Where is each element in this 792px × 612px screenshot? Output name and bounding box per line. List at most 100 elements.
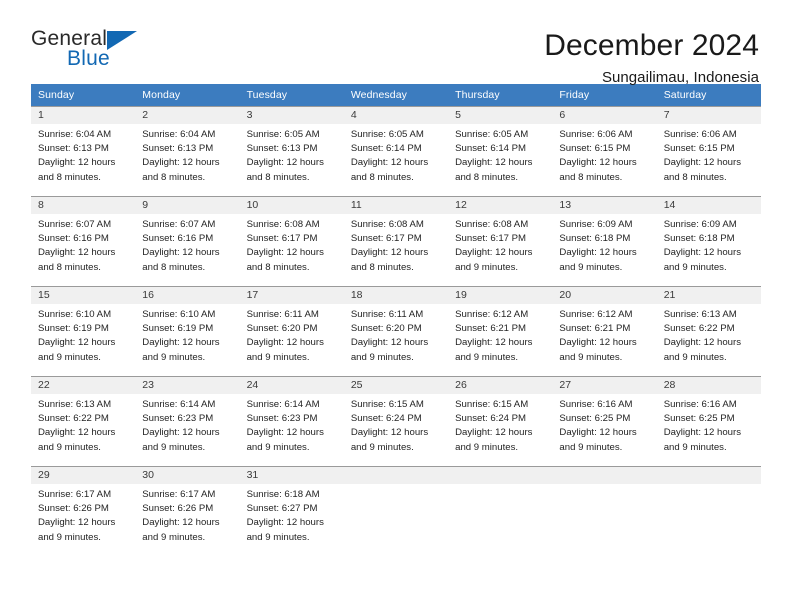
day-number: 30 bbox=[135, 467, 240, 484]
daylight-duration-line1: Daylight: 12 hours bbox=[142, 157, 220, 169]
day-number: 26 bbox=[448, 377, 553, 394]
daylight-duration-line1: Daylight: 12 hours bbox=[246, 337, 324, 349]
calendar-day-cell[interactable]: 26 Sunrise: 6:15 AM Sunset: 6:24 PM Dayligh… bbox=[448, 376, 553, 467]
calendar-day-cell[interactable]: 14 Sunrise: 6:09 AM Sunset: 6:18 PM Dayligh… bbox=[656, 196, 761, 287]
calendar-day-cell[interactable]: 10 Sunrise: 6:08 AM Sunset: 6:17 PM Dayligh… bbox=[239, 196, 344, 287]
calendar-day-cell[interactable]: 5 Sunrise: 6:05 AM Sunset: 6:14 PM Daylight… bbox=[448, 106, 553, 197]
calendar-day-cell[interactable]: 16 Sunrise: 6:10 AM Sunset: 6:19 PM Dayligh… bbox=[135, 286, 240, 377]
sunrise-time: Sunrise: 6:08 AM bbox=[246, 219, 320, 230]
calendar-day-cell[interactable]: 25 Sunrise: 6:15 AM Sunset: 6:24 PM Dayligh… bbox=[343, 376, 449, 467]
sunset-time: Sunset: 6:23 PM bbox=[246, 413, 318, 425]
daylight-duration-line2: and 9 minutes. bbox=[350, 351, 414, 363]
weekday-header-sunday: Sunday bbox=[31, 84, 136, 107]
day-details: Sunrise: 6:04 AM Sunset: 6:13 PM Daylight:… bbox=[31, 124, 135, 185]
sunset-time: Sunset: 6:16 PM bbox=[142, 233, 214, 245]
sunset-time: Sunset: 6:23 PM bbox=[142, 413, 214, 425]
calendar-day-cell[interactable]: 24 Sunrise: 6:14 AM Sunset: 6:23 PM Dayligh… bbox=[239, 376, 344, 467]
sunset-time: Sunset: 6:17 PM bbox=[350, 233, 422, 245]
calendar-day-cell[interactable]: 30 Sunrise: 6:17 AM Sunset: 6:26 PM Dayligh… bbox=[135, 466, 240, 557]
calendar-day-cell[interactable]: 1 Sunrise: 6:04 AM Sunset: 6:13 PM Daylight… bbox=[31, 106, 136, 197]
day-details: Sunrise: 6:17 AM Sunset: 6:26 PM Daylight:… bbox=[135, 484, 239, 545]
calendar-day-cell[interactable]: 29 Sunrise: 6:17 AM Sunset: 6:26 PM Dayligh… bbox=[31, 466, 136, 557]
page-header: General Blue December 2024 Sungailimau, … bbox=[0, 0, 792, 86]
sunset-time: Sunset: 6:15 PM bbox=[559, 143, 631, 155]
day-number: 7 bbox=[656, 107, 761, 124]
day-number: 1 bbox=[31, 107, 136, 124]
calendar-day-cell[interactable]: 15 Sunrise: 6:10 AM Sunset: 6:19 PM Dayligh… bbox=[31, 286, 136, 377]
calendar-day-cell[interactable]: 2 Sunrise: 6:04 AM Sunset: 6:13 PM Daylight… bbox=[135, 106, 240, 197]
calendar-day-cell[interactable]: 12 Sunrise: 6:08 AM Sunset: 6:17 PM Dayligh… bbox=[448, 196, 553, 287]
sunset-time: Sunset: 6:21 PM bbox=[455, 323, 527, 335]
daylight-duration-line2: and 8 minutes. bbox=[455, 171, 519, 183]
sunset-time: Sunset: 6:18 PM bbox=[663, 233, 735, 245]
calendar-day-cell[interactable]: 31 Sunrise: 6:18 AM Sunset: 6:27 PM Dayligh… bbox=[239, 466, 344, 557]
weekday-header-saturday: Saturday bbox=[656, 84, 761, 107]
calendar-day-cell[interactable]: 22 Sunrise: 6:13 AM Sunset: 6:22 PM Dayligh… bbox=[31, 376, 136, 467]
sunset-time: Sunset: 6:24 PM bbox=[350, 413, 422, 425]
sunrise-time: Sunrise: 6:14 AM bbox=[246, 399, 320, 410]
day-number: 25 bbox=[343, 377, 449, 394]
calendar-grid: Sunday Monday Tuesday Wednesday Thursday… bbox=[31, 84, 761, 557]
calendar-day-cell[interactable]: 4 Sunrise: 6:05 AM Sunset: 6:14 PM Daylight… bbox=[343, 106, 449, 197]
daylight-duration-line1: Daylight: 12 hours bbox=[246, 517, 324, 529]
daylight-duration-line2: and 9 minutes. bbox=[559, 261, 623, 273]
day-details: Sunrise: 6:09 AM Sunset: 6:18 PM Daylight:… bbox=[657, 214, 761, 275]
day-details: Sunrise: 6:08 AM Sunset: 6:17 PM Daylight:… bbox=[448, 214, 552, 275]
sunset-time: Sunset: 6:25 PM bbox=[663, 413, 735, 425]
day-details: Sunrise: 6:16 AM Sunset: 6:25 PM Daylight:… bbox=[657, 394, 761, 455]
calendar-day-cell[interactable]: 6 Sunrise: 6:06 AM Sunset: 6:15 PM Daylight… bbox=[552, 106, 657, 197]
day-details: Sunrise: 6:12 AM Sunset: 6:21 PM Daylight:… bbox=[552, 304, 656, 365]
day-details: Sunrise: 6:11 AM Sunset: 6:20 PM Daylight:… bbox=[344, 304, 448, 365]
calendar-day-cell[interactable]: 8 Sunrise: 6:07 AM Sunset: 6:16 PM Daylight… bbox=[31, 196, 136, 287]
day-number: 10 bbox=[239, 197, 344, 214]
calendar-day-cell[interactable]: 18 Sunrise: 6:11 AM Sunset: 6:20 PM Dayligh… bbox=[343, 286, 449, 377]
day-number: 3 bbox=[239, 107, 344, 124]
day-details: Sunrise: 6:04 AM Sunset: 6:13 PM Daylight:… bbox=[135, 124, 239, 185]
calendar-day-cell[interactable]: 7 Sunrise: 6:06 AM Sunset: 6:15 PM Daylight… bbox=[656, 106, 761, 197]
calendar-day-cell[interactable]: 9 Sunrise: 6:07 AM Sunset: 6:16 PM Daylight… bbox=[135, 196, 240, 287]
calendar-day-cell[interactable]: 21 Sunrise: 6:13 AM Sunset: 6:22 PM Dayligh… bbox=[656, 286, 761, 377]
daylight-duration-line1: Daylight: 12 hours bbox=[663, 157, 742, 169]
sunrise-time: Sunrise: 6:17 AM bbox=[38, 489, 112, 500]
daylight-duration-line2: and 9 minutes. bbox=[246, 351, 310, 363]
generalblue-logo[interactable]: General Blue bbox=[31, 28, 143, 74]
sunrise-time: Sunrise: 6:16 AM bbox=[559, 399, 633, 410]
day-number bbox=[343, 467, 449, 484]
daylight-duration-line1: Daylight: 12 hours bbox=[38, 157, 116, 169]
calendar-day-cell[interactable]: 27 Sunrise: 6:16 AM Sunset: 6:25 PM Dayligh… bbox=[552, 376, 657, 467]
daylight-duration-line1: Daylight: 12 hours bbox=[246, 157, 324, 169]
daylight-duration-line1: Daylight: 12 hours bbox=[142, 427, 220, 439]
day-details: Sunrise: 6:08 AM Sunset: 6:17 PM Daylight:… bbox=[240, 214, 344, 275]
day-details bbox=[552, 484, 656, 488]
calendar-day-cell[interactable]: 19 Sunrise: 6:12 AM Sunset: 6:21 PM Dayligh… bbox=[448, 286, 553, 377]
day-details: Sunrise: 6:06 AM Sunset: 6:15 PM Daylight:… bbox=[657, 124, 761, 185]
calendar-day-cell[interactable]: 23 Sunrise: 6:14 AM Sunset: 6:23 PM Dayligh… bbox=[135, 376, 240, 467]
daylight-duration-line2: and 8 minutes. bbox=[559, 171, 623, 183]
day-details: Sunrise: 6:17 AM Sunset: 6:26 PM Daylight:… bbox=[31, 484, 135, 545]
day-number: 15 bbox=[31, 287, 136, 304]
calendar-day-cell[interactable]: 28 Sunrise: 6:16 AM Sunset: 6:25 PM Dayligh… bbox=[656, 376, 761, 467]
daylight-duration-line2: and 9 minutes. bbox=[455, 441, 519, 453]
day-number: 13 bbox=[552, 197, 657, 214]
day-details: Sunrise: 6:07 AM Sunset: 6:16 PM Daylight:… bbox=[135, 214, 239, 275]
sunrise-time: Sunrise: 6:18 AM bbox=[246, 489, 320, 500]
calendar-day-cell[interactable]: 17 Sunrise: 6:11 AM Sunset: 6:20 PM Dayligh… bbox=[239, 286, 344, 377]
day-details: Sunrise: 6:12 AM Sunset: 6:21 PM Daylight:… bbox=[448, 304, 552, 365]
daylight-duration-line1: Daylight: 12 hours bbox=[38, 517, 116, 529]
sunrise-time: Sunrise: 6:12 AM bbox=[455, 309, 529, 320]
calendar-day-cell[interactable]: 13 Sunrise: 6:09 AM Sunset: 6:18 PM Dayligh… bbox=[552, 196, 657, 287]
calendar-day-cell[interactable]: 20 Sunrise: 6:12 AM Sunset: 6:21 PM Dayligh… bbox=[552, 286, 657, 377]
calendar-day-cell[interactable]: 3 Sunrise: 6:05 AM Sunset: 6:13 PM Daylight… bbox=[239, 106, 344, 197]
sunrise-time: Sunrise: 6:05 AM bbox=[350, 129, 424, 140]
day-number: 4 bbox=[343, 107, 449, 124]
title-block: December 2024 Sungailimau, Indonesia bbox=[544, 28, 759, 86]
sunset-time: Sunset: 6:27 PM bbox=[246, 503, 318, 515]
daylight-duration-line2: and 9 minutes. bbox=[455, 351, 519, 363]
calendar-empty-cell bbox=[656, 466, 761, 557]
day-number: 18 bbox=[343, 287, 449, 304]
sunset-time: Sunset: 6:24 PM bbox=[455, 413, 527, 425]
day-details: Sunrise: 6:10 AM Sunset: 6:19 PM Daylight:… bbox=[135, 304, 239, 365]
day-number: 22 bbox=[31, 377, 136, 394]
calendar-day-cell[interactable]: 11 Sunrise: 6:08 AM Sunset: 6:17 PM Dayligh… bbox=[343, 196, 449, 287]
daylight-duration-line2: and 9 minutes. bbox=[350, 441, 414, 453]
